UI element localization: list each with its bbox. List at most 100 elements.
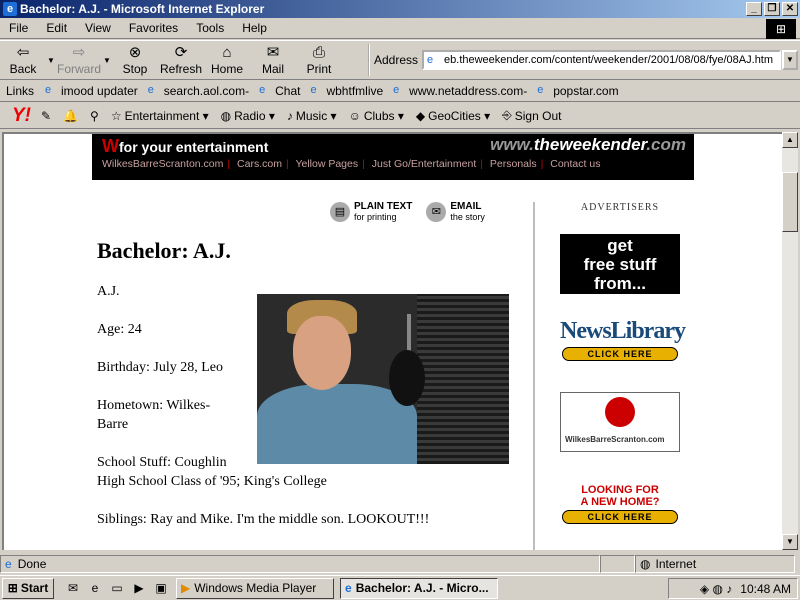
nav-contact[interactable]: Contact us	[550, 158, 600, 170]
page-icon: e	[537, 84, 544, 96]
banner-nav: WilkesBarreScranton.com | Cars.com | Yello…	[102, 158, 601, 170]
yahoo-radio[interactable]: ◍ Radio ▾	[215, 109, 281, 123]
column-divider	[533, 202, 535, 550]
page-icon: e	[147, 84, 154, 96]
vertical-scrollbar[interactable]: ▲ ▼	[782, 132, 798, 550]
door-icon: ⎆	[502, 108, 512, 122]
page-icon: e	[310, 84, 317, 96]
advertisers-header: ADVERTISERS	[580, 202, 660, 213]
nav-personals[interactable]: Personals	[490, 158, 537, 170]
nav-yellow-pages[interactable]: Yellow Pages	[295, 158, 358, 170]
address-dropdown-icon[interactable]: ▼	[782, 50, 798, 70]
app-icon[interactable]: ▣	[152, 579, 170, 597]
link-wbhtfmlive[interactable]: e wbhtfmlive	[305, 84, 388, 98]
microphone-icon	[389, 350, 425, 406]
tray-icons[interactable]: ◈ ◍ ♪	[700, 582, 732, 596]
link-chat[interactable]: e Chat	[254, 84, 305, 98]
menu-file[interactable]: File	[0, 21, 37, 35]
printer-icon: ⎙	[312, 44, 325, 61]
start-button[interactable]: ⊞ Start	[2, 577, 54, 599]
close-button[interactable]: ✕	[782, 2, 798, 16]
page-icon: e	[393, 84, 400, 96]
system-tray: ◈ ◍ ♪ 10:48 AM	[668, 578, 798, 599]
scroll-up-icon[interactable]: ▲	[782, 132, 798, 148]
minimize-button[interactable]: _	[746, 2, 762, 16]
page-content: Wfor your entertainment www.theweekender…	[2, 132, 782, 550]
scroll-down-icon[interactable]: ▼	[782, 534, 798, 550]
link-popstar[interactable]: e popstar.com	[532, 84, 623, 98]
yahoo-toolbar: Y! ✎ 🔔 ⚲ ☆ Entertainment ▾ ◍ Radio ▾ ♪ Musi…	[0, 103, 800, 129]
printer-icon: ▤	[330, 202, 350, 222]
newslibrary-ad[interactable]: NewsLibrary CLICK HERE	[560, 318, 686, 372]
print-button[interactable]: ⎙ Print	[296, 41, 342, 79]
status-text: e Done	[0, 555, 600, 573]
search-icon[interactable]: ⚲	[84, 109, 105, 123]
refresh-button[interactable]: ⟳ Refresh	[158, 41, 204, 79]
plain-text-link[interactable]: ▤ PLAIN TEXT for printing	[330, 202, 412, 222]
ie-window: e Bachelor: A.J. - Microsoft Internet Ex…	[0, 0, 800, 575]
email-link[interactable]: ✉ EMAIL the story	[426, 202, 485, 222]
home-button[interactable]: ⌂ Home	[204, 41, 250, 79]
menu-view[interactable]: View	[76, 21, 120, 35]
yahoo-logo-icon[interactable]: Y!	[0, 105, 35, 127]
desktop-icon[interactable]: ▭	[108, 579, 126, 597]
task-internet-explorer[interactable]: e Bachelor: A.J. - Micro...	[340, 577, 498, 599]
banner-site[interactable]: www.theweekender.com	[490, 135, 686, 155]
back-button[interactable]: ⇦ Back	[0, 41, 46, 79]
quick-launch: ✉ e ▭ ▶ ▣	[64, 579, 170, 597]
nav-cars[interactable]: Cars.com	[237, 158, 282, 170]
link-imood[interactable]: e imood updater	[40, 84, 143, 98]
scroll-thumb[interactable]	[782, 172, 798, 232]
outlook-icon[interactable]: ✉	[64, 579, 82, 597]
menu-favorites[interactable]: Favorites	[120, 21, 187, 35]
restore-button[interactable]: ❐	[764, 2, 780, 16]
clock: 10:48 AM	[740, 581, 791, 596]
links-bar: Links e imood updater e search.aol.com- eC…	[0, 80, 800, 102]
stop-icon: ⊗	[128, 44, 142, 61]
home-icon: ⌂	[222, 44, 232, 61]
yahoo-geocities[interactable]: ◆ GeoCities ▾	[410, 109, 496, 123]
mail-button[interactable]: ✉ Mail	[250, 41, 296, 79]
click-here-button[interactable]: CLICK HERE	[562, 347, 678, 361]
link-netaddress[interactable]: e www.netaddress.com-	[388, 84, 532, 98]
yahoo-sign-out[interactable]: ⎆ Sign Out	[496, 108, 567, 123]
windows-logo-icon: ⊞	[766, 19, 796, 39]
back-arrow-icon: ⇦	[16, 44, 30, 61]
media-player-icon[interactable]: ▶	[130, 579, 148, 597]
page-title: Bachelor: A.J.	[97, 238, 231, 263]
forward-button[interactable]: ⇨ Forward	[56, 41, 102, 79]
address-input[interactable]: e eb.theweekender.com/content/weekender/…	[422, 50, 781, 70]
address-url: eb.theweekender.com/content/weekender/20…	[444, 54, 774, 66]
ie-icon: e	[345, 581, 352, 595]
page-icon: e	[45, 84, 52, 96]
page-icon: e	[259, 84, 266, 96]
menu-edit[interactable]: Edit	[37, 21, 76, 35]
geocities-icon: ◆	[415, 108, 426, 123]
bachelor-photo	[257, 294, 509, 464]
back-dropdown-icon[interactable]: ▼	[46, 56, 56, 65]
yahoo-music[interactable]: ♪ Music ▾	[281, 109, 343, 123]
mail-icon: ✉	[266, 44, 280, 61]
bell-icon[interactable]: 🔔	[57, 109, 84, 123]
nav-wbs[interactable]: WilkesBarreScranton.com	[102, 158, 223, 170]
title-bar: e Bachelor: A.J. - Microsoft Internet Ex…	[0, 0, 800, 18]
pencil-icon[interactable]: ✎	[35, 109, 57, 123]
yahoo-clubs[interactable]: ☺ Clubs ▾	[343, 109, 410, 123]
free-stuff-ad[interactable]: get free stuff from...	[560, 234, 680, 294]
new-home-ad[interactable]: LOOKING FOR A NEW HOME? CLICK HERE	[560, 484, 680, 534]
forward-dropdown-icon[interactable]: ▼	[102, 56, 112, 65]
yahoo-entertainment[interactable]: ☆ Entertainment ▾	[105, 109, 215, 123]
stop-button[interactable]: ⊗ Stop	[112, 41, 158, 79]
ie-icon: e	[3, 2, 17, 16]
ie-icon[interactable]: e	[86, 579, 104, 597]
wbs-ad[interactable]: WilkesBarreScranton.com	[560, 392, 680, 452]
link-search-aol[interactable]: e search.aol.com-	[143, 84, 254, 98]
menu-tools[interactable]: Tools	[187, 21, 233, 35]
menu-help[interactable]: Help	[233, 21, 276, 35]
links-label: Links	[6, 83, 35, 98]
people-icon: ☺	[348, 108, 361, 123]
address-bar: Address e eb.theweekender.com/content/we…	[368, 44, 798, 76]
task-windows-media-player[interactable]: ▶ Windows Media Player	[176, 577, 334, 599]
nav-just-go[interactable]: Just Go/Entertainment	[372, 158, 476, 170]
click-here-button[interactable]: CLICK HERE	[562, 510, 678, 524]
